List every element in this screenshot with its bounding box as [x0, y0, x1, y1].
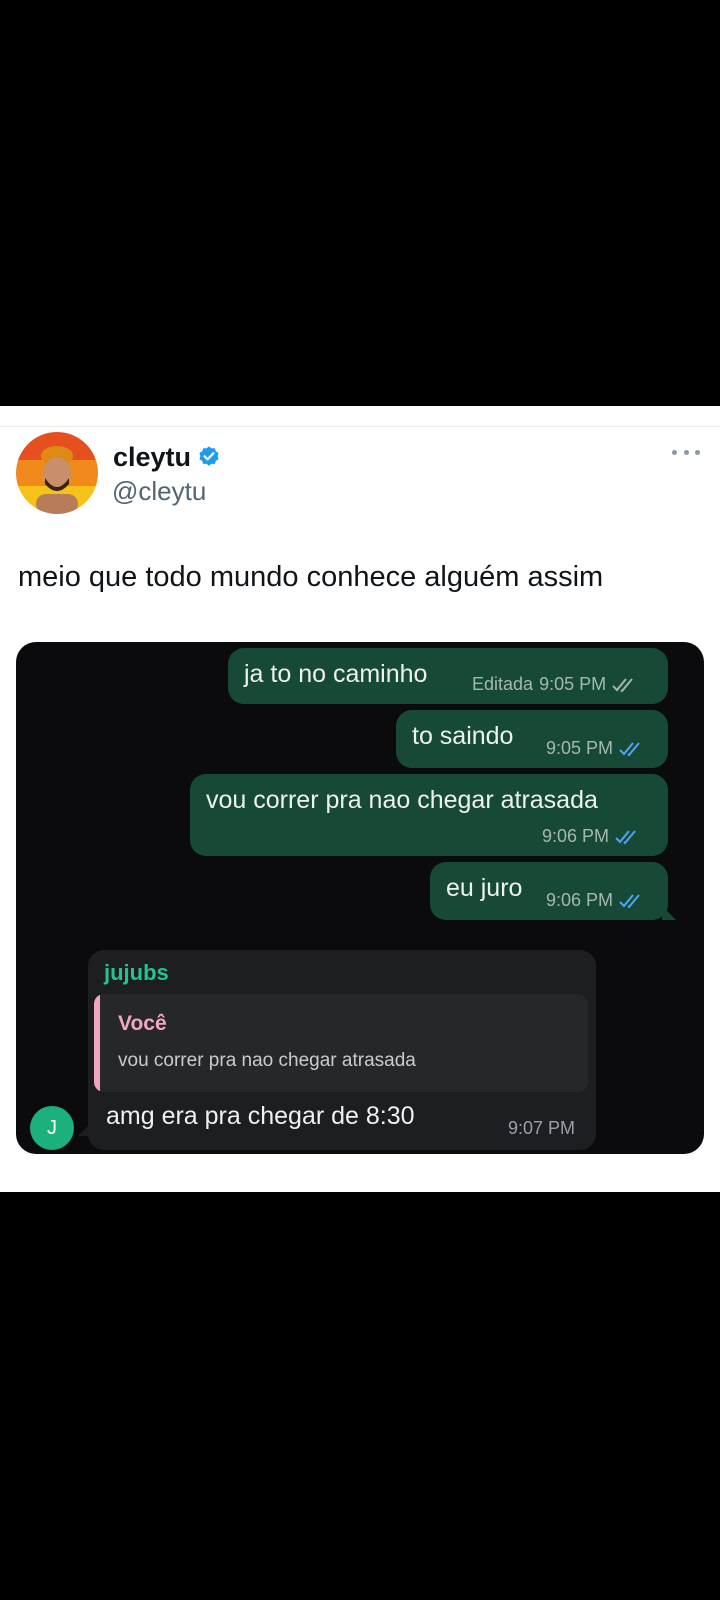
handle[interactable]: @cleytu	[112, 476, 206, 507]
double-check-icon	[612, 677, 638, 693]
message-text: ja to no caminho	[244, 660, 428, 688]
quote-text: vou correr pra nao chegar atrasada	[118, 1050, 416, 1071]
message-meta: Editada 9:05 PM	[472, 674, 638, 695]
sender-name: jujubs	[104, 960, 169, 985]
message-text: amg era pra chegar de 8:30	[106, 1102, 415, 1130]
incoming-message: jujubs Você vou correr pra nao chegar at…	[88, 950, 596, 1150]
message-time: 9:05 PM	[539, 674, 607, 694]
message-text: eu juro	[446, 874, 523, 902]
contact-avatar[interactable]: J	[30, 1106, 74, 1150]
bubble-tail	[78, 1122, 92, 1136]
double-check-icon	[619, 741, 645, 757]
display-name[interactable]: cleytu	[113, 442, 191, 473]
edited-label: Editada	[472, 674, 534, 694]
name-row: cleytu	[113, 440, 221, 474]
quoted-reply[interactable]: Você vou correr pra nao chegar atrasada	[94, 994, 588, 1092]
message-meta: 9:06 PM	[542, 826, 641, 847]
divider	[0, 406, 720, 427]
chat-screenshot: ja to no caminho Editada 9:05 PM to sain…	[16, 642, 704, 1154]
verified-badge-icon	[197, 445, 221, 469]
tweet-text: meio que todo mundo conhece alguém assim	[18, 561, 604, 593]
double-check-icon	[619, 893, 645, 909]
message-meta: 9:05 PM	[546, 738, 645, 759]
message-time: 9:05 PM	[546, 738, 614, 758]
more-options-icon[interactable]	[672, 444, 700, 460]
message-time: 9:06 PM	[542, 826, 610, 846]
avatar[interactable]	[16, 432, 98, 514]
message-text: to saindo	[412, 722, 514, 750]
quote-author: Você	[118, 1012, 167, 1035]
message-time: 9:06 PM	[546, 890, 614, 910]
message-time: 9:07 PM	[508, 1118, 576, 1138]
tweet-card: cleytu @cleytu meio que todo mundo conhe…	[0, 406, 720, 1192]
outgoing-message: ja to no caminho Editada 9:05 PM	[228, 648, 668, 704]
double-check-icon	[615, 829, 641, 845]
quote-accent-bar	[94, 994, 100, 1092]
message-text: vou correr pra nao chegar atrasada	[206, 786, 598, 814]
message-meta: 9:06 PM	[546, 890, 645, 911]
bubble-tail	[662, 906, 676, 920]
outgoing-message: vou correr pra nao chegar atrasada 9:06 …	[190, 774, 668, 856]
outgoing-message: to saindo 9:05 PM	[396, 710, 668, 768]
outgoing-message: eu juro 9:06 PM	[430, 862, 668, 920]
